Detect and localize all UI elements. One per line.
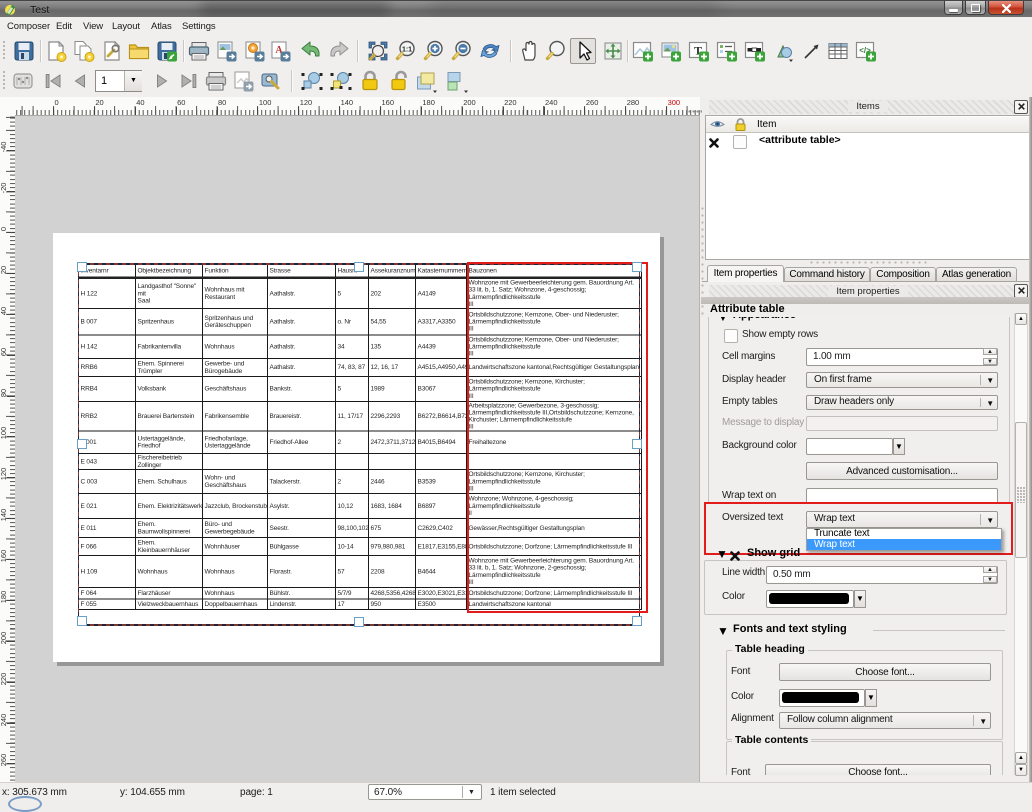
svg-text:1:1: 1:1 xyxy=(402,46,412,53)
